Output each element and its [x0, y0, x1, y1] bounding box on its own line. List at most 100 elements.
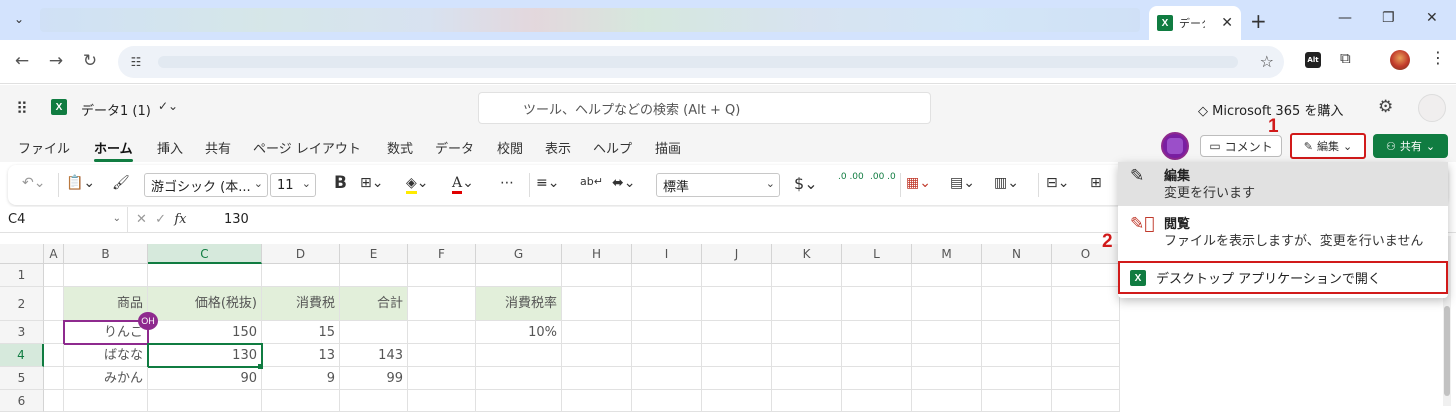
cell-k6[interactable] — [772, 390, 842, 412]
cell-h3[interactable] — [562, 321, 632, 344]
bold-button[interactable]: B — [334, 173, 347, 193]
cell-f5[interactable] — [408, 367, 476, 390]
profile-avatar[interactable] — [1390, 50, 1410, 70]
borders-icon[interactable]: ⊞⌄ — [360, 175, 383, 191]
wrap-text-icon[interactable]: ab↵ — [580, 175, 603, 188]
select-all-corner[interactable] — [0, 244, 44, 264]
column-header-l[interactable]: L — [842, 244, 912, 264]
cell-a4[interactable] — [44, 344, 64, 367]
column-header-m[interactable]: M — [912, 244, 982, 264]
cell-c1[interactable] — [148, 264, 262, 287]
tab-search-icon[interactable]: ⌄ — [10, 10, 28, 28]
cell-g2[interactable]: 消費税率 — [476, 287, 562, 321]
font-name-select[interactable]: 游ゴシック (本... ⌄ — [144, 173, 268, 197]
increase-decimal-button[interactable]: .0 .00 — [838, 172, 864, 182]
tab-close-icon[interactable]: ✕ — [1221, 15, 1233, 31]
cell-o5[interactable] — [1052, 367, 1120, 390]
comment-button[interactable]: ▭ コメント — [1200, 135, 1282, 157]
cell-i1[interactable] — [632, 264, 702, 287]
cell-o6[interactable] — [1052, 390, 1120, 412]
cell-j3[interactable] — [702, 321, 772, 344]
column-header-i[interactable]: I — [632, 244, 702, 264]
row-header-3[interactable]: 3 — [0, 321, 44, 344]
cell-l4[interactable] — [842, 344, 912, 367]
formula-input[interactable]: 130 — [224, 212, 249, 227]
row-header-5[interactable]: 5 — [0, 367, 44, 390]
column-header-a[interactable]: A — [44, 244, 64, 264]
tab-page-layout[interactable]: ページ レイアウト — [253, 138, 361, 157]
cell-j2[interactable] — [702, 287, 772, 321]
cell-j5[interactable] — [702, 367, 772, 390]
cell-l1[interactable] — [842, 264, 912, 287]
cell-n1[interactable] — [982, 264, 1052, 287]
cell-h5[interactable] — [562, 367, 632, 390]
tab-insert[interactable]: 挿入 — [157, 138, 183, 157]
app-launcher-icon[interactable]: ⠿ — [16, 99, 28, 118]
cell-m2[interactable] — [912, 287, 982, 321]
cell-l5[interactable] — [842, 367, 912, 390]
number-format-select[interactable]: 標準 ⌄ — [656, 173, 780, 197]
column-header-c[interactable]: C — [148, 244, 262, 264]
cell-d3[interactable]: 15 — [262, 321, 340, 344]
cell-c3[interactable]: 150 — [148, 321, 262, 344]
user-avatar[interactable] — [1418, 94, 1446, 122]
copilot-icon[interactable] — [1161, 132, 1189, 160]
reload-icon[interactable]: ↻ — [79, 51, 101, 71]
cell-m3[interactable] — [912, 321, 982, 344]
column-header-n[interactable]: N — [982, 244, 1052, 264]
cell-i4[interactable] — [632, 344, 702, 367]
cell-b1[interactable] — [64, 264, 148, 287]
cell-e6[interactable] — [340, 390, 408, 412]
tab-view[interactable]: 表示 — [545, 138, 571, 157]
cell-i5[interactable] — [632, 367, 702, 390]
column-header-e[interactable]: E — [340, 244, 408, 264]
cell-m1[interactable] — [912, 264, 982, 287]
cell-m4[interactable] — [912, 344, 982, 367]
cell-o4[interactable] — [1052, 344, 1120, 367]
extensions-icon[interactable]: ⧉ — [1340, 49, 1351, 67]
cell-k4[interactable] — [772, 344, 842, 367]
cell-n4[interactable] — [982, 344, 1052, 367]
chrome-menu-icon[interactable]: ⋮ — [1430, 48, 1446, 67]
cell-a5[interactable] — [44, 367, 64, 390]
excel-app-icon[interactable]: X — [51, 99, 67, 115]
close-window-icon[interactable]: ✕ — [1426, 10, 1438, 26]
fx-icon[interactable]: fx — [174, 212, 186, 227]
cell-a1[interactable] — [44, 264, 64, 287]
font-color-icon[interactable]: A⌄ — [452, 175, 474, 194]
edit-mode-button[interactable]: ✎ 編集 ⌄ — [1290, 133, 1366, 159]
cell-m5[interactable] — [912, 367, 982, 390]
cell-b6[interactable] — [64, 390, 148, 412]
cell-f1[interactable] — [408, 264, 476, 287]
site-info-icon[interactable]: ☷ — [126, 52, 146, 72]
coauthor-presence-badge[interactable]: OH — [138, 312, 158, 330]
cell-d4[interactable]: 13 — [262, 344, 340, 367]
cell-c2[interactable]: 価格(税抜) — [148, 287, 262, 321]
cell-g5[interactable] — [476, 367, 562, 390]
cell-d6[interactable] — [262, 390, 340, 412]
column-header-k[interactable]: K — [772, 244, 842, 264]
cell-o2[interactable] — [1052, 287, 1120, 321]
cell-g6[interactable] — [476, 390, 562, 412]
undo-icon[interactable]: ↶⌄ — [22, 175, 45, 191]
cell-e2[interactable]: 合計 — [340, 287, 408, 321]
fill-color-icon[interactable]: ◈⌄ — [406, 175, 429, 194]
tab-help[interactable]: ヘルプ — [593, 138, 632, 157]
cell-i2[interactable] — [632, 287, 702, 321]
column-header-g[interactable]: G — [476, 244, 562, 264]
tab-file[interactable]: ファイル — [18, 138, 70, 157]
cell-o3[interactable] — [1052, 321, 1120, 344]
row-header-6[interactable]: 6 — [0, 390, 44, 412]
column-header-d[interactable]: D — [262, 244, 340, 264]
cell-j6[interactable] — [702, 390, 772, 412]
cell-o1[interactable] — [1052, 264, 1120, 287]
name-box[interactable]: C4 ⌄ — [0, 207, 128, 233]
cell-k5[interactable] — [772, 367, 842, 390]
column-header-j[interactable]: J — [702, 244, 772, 264]
more-icon[interactable]: ⋯ — [500, 175, 514, 191]
cell-b3[interactable]: りんご — [63, 320, 149, 345]
cell-b4[interactable]: ばなな — [64, 344, 148, 367]
cell-i6[interactable] — [632, 390, 702, 412]
minimize-icon[interactable]: — — [1338, 10, 1352, 26]
cell-f2[interactable] — [408, 287, 476, 321]
